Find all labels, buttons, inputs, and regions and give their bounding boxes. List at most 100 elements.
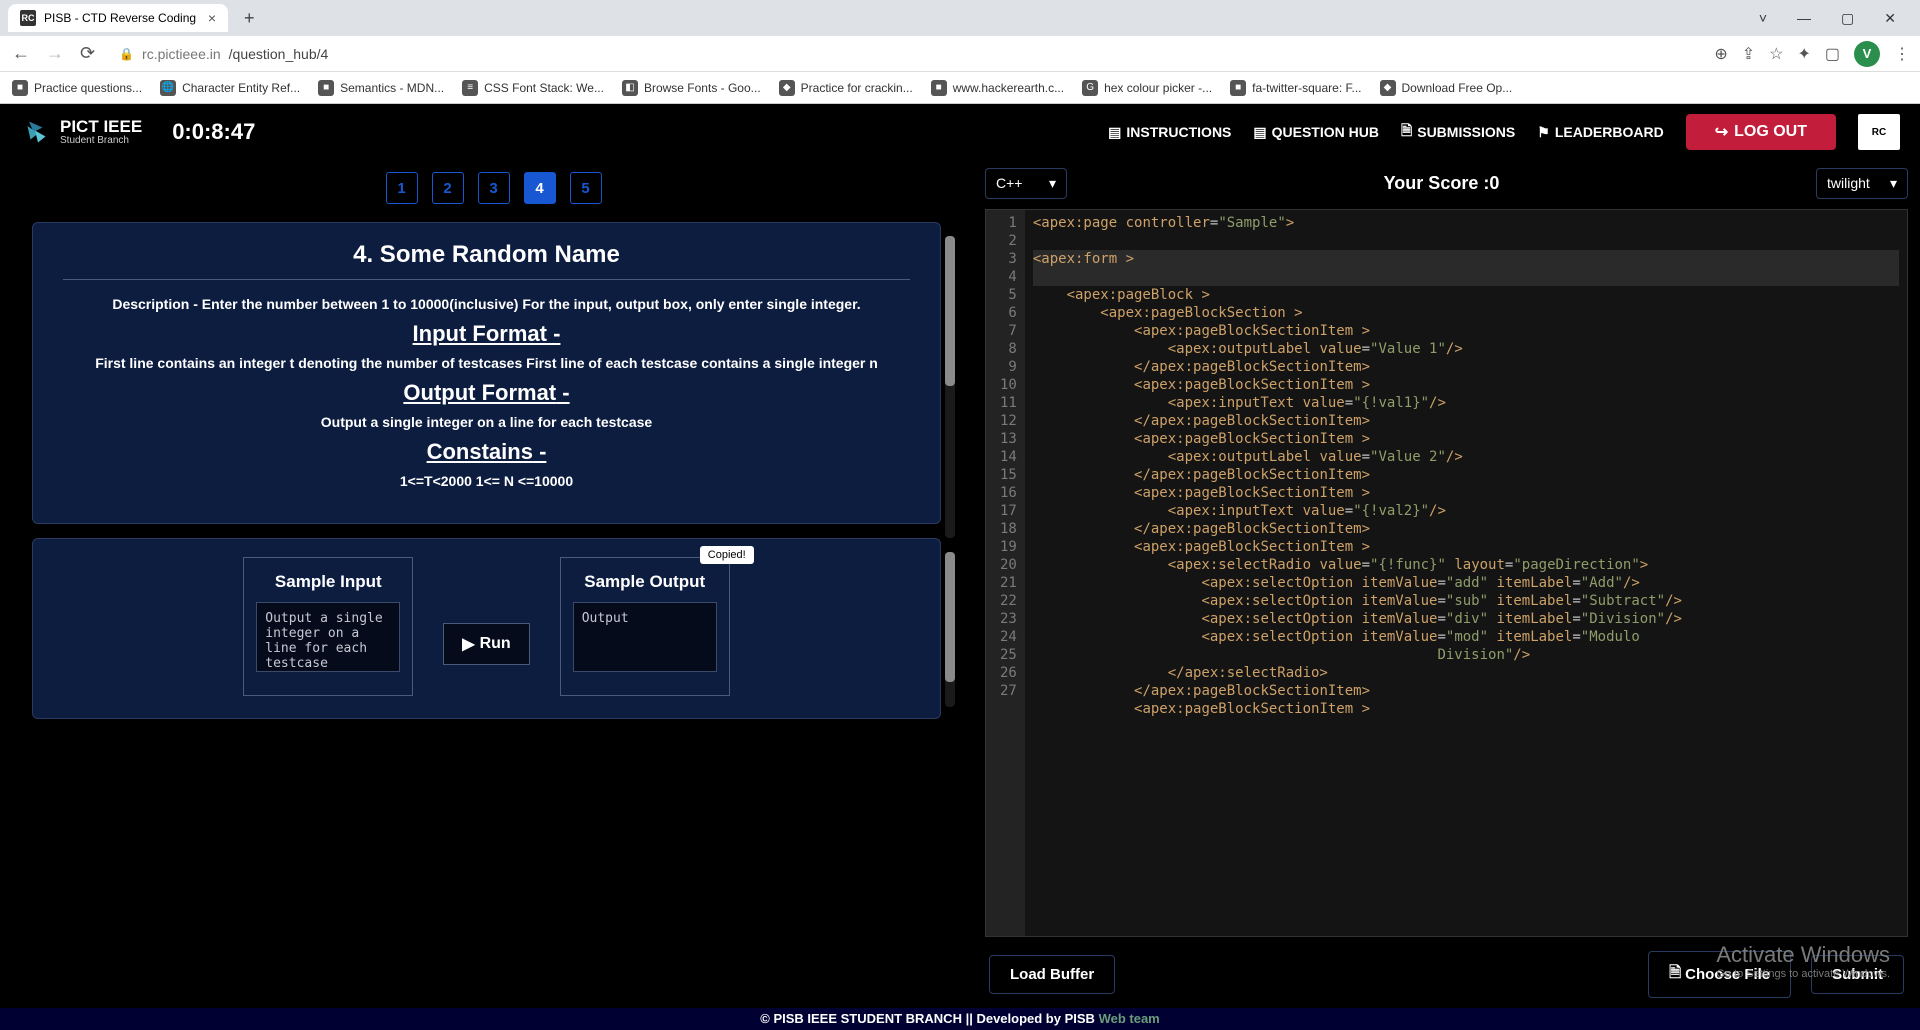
code-content[interactable]: <apex:page controller="Sample"> <apex:fo… xyxy=(1025,210,1907,936)
sample-scrollbar[interactable] xyxy=(945,552,955,707)
nav-submissions[interactable]: 🗎SUBMISSIONS xyxy=(1401,120,1515,144)
sample-input-label: Sample Input xyxy=(256,572,400,592)
choose-file-label: Choose File xyxy=(1685,966,1770,983)
output-format-text: Output a single integer on a line for ea… xyxy=(63,412,910,433)
bookmark-item[interactable]: ■www.hackerearth.c... xyxy=(931,80,1064,96)
bookmark-item[interactable]: ■fa-twitter-square: F... xyxy=(1230,80,1361,96)
extensions-icon[interactable]: ✦ xyxy=(1797,44,1810,64)
bookmark-item[interactable]: 🌐Character Entity Ref... xyxy=(160,80,300,96)
chevron-down-icon[interactable]: ˅ xyxy=(1753,6,1773,31)
rc-badge-icon: RC xyxy=(1858,114,1900,150)
logout-button[interactable]: ↪ LOG OUT xyxy=(1686,114,1836,150)
input-format-heading: Input Format - xyxy=(63,321,910,347)
divider xyxy=(63,279,910,280)
bookmark-icon: 🌐 xyxy=(160,80,176,96)
question-title: 4. Some Random Name xyxy=(63,241,910,269)
bookmark-item[interactable]: ■Semantics - MDN... xyxy=(318,80,444,96)
logout-icon: ↪ xyxy=(1715,122,1728,142)
app: PICT IEEE Student Branch 0:0:8:47 ▤ INSTR… xyxy=(0,104,1920,1008)
sample-output-col: Copied! Sample Output xyxy=(560,557,730,696)
load-buffer-button[interactable]: Load Buffer xyxy=(989,955,1115,994)
score-label: Your Score :0 xyxy=(1384,173,1500,194)
editor-header: C++▾ Your Score :0 twilight ▾ xyxy=(985,160,1908,209)
question-description: Description - Enter the number between 1… xyxy=(63,294,910,315)
nav-question-hub[interactable]: ▤ QUESTION HUB xyxy=(1253,124,1379,141)
url-bar[interactable]: 🔒 rc.pictieee.in/question_hub/4 xyxy=(109,42,1702,66)
file-icon: 🗎 xyxy=(1401,120,1412,144)
question-nav-5[interactable]: 5 xyxy=(570,172,602,204)
question-nav-4[interactable]: 4 xyxy=(524,172,556,204)
sidepanel-icon[interactable]: ▢ xyxy=(1825,44,1840,64)
nav-links: ▤ INSTRUCTIONS ▤ QUESTION HUB 🗎SUBMISSIONS… xyxy=(1108,114,1900,150)
bookmark-item[interactable]: ■Practice questions... xyxy=(12,80,142,96)
menu-icon[interactable]: ⋮ xyxy=(1894,44,1910,64)
constraints-text: 1<=T<2000 1<= N <=10000 xyxy=(63,471,910,492)
bookmark-label: Browse Fonts - Goo... xyxy=(644,81,761,95)
logo-text: PICT IEEE xyxy=(60,118,142,135)
bookmark-label: Semantics - MDN... xyxy=(340,81,444,95)
nav-instructions-label: INSTRUCTIONS xyxy=(1126,124,1231,140)
submit-button[interactable]: Submit xyxy=(1811,955,1904,994)
question-scrollbar[interactable] xyxy=(945,236,955,538)
nav-question-hub-label: QUESTION HUB xyxy=(1272,124,1379,140)
question-nav-2[interactable]: 2 xyxy=(432,172,464,204)
code-editor[interactable]: 1234567891011121314151617181920212223242… xyxy=(985,209,1908,937)
sample-output-field[interactable] xyxy=(573,602,717,672)
theme-select[interactable]: twilight ▾ xyxy=(1816,168,1908,199)
timer: 0:0:8:47 xyxy=(172,119,255,145)
tab-close-icon[interactable]: × xyxy=(208,10,216,26)
minimize-icon[interactable]: — xyxy=(1791,6,1817,31)
sample-output-label: Sample Output xyxy=(573,572,717,592)
back-icon[interactable]: ← xyxy=(10,43,32,64)
forward-icon[interactable]: → xyxy=(44,43,66,64)
language-select[interactable]: C++▾ xyxy=(985,168,1067,199)
chevron-down-icon: ▾ xyxy=(1890,175,1897,192)
constraints-heading: Constains - xyxy=(63,439,910,465)
bookmark-icon: ◧ xyxy=(622,80,638,96)
question-nav-1[interactable]: 1 xyxy=(386,172,418,204)
right-panel: C++▾ Your Score :0 twilight ▾ 12345678910… xyxy=(985,160,1908,1008)
maximize-icon[interactable]: ▢ xyxy=(1835,6,1860,31)
nav-leaderboard-label: LEADERBOARD xyxy=(1555,124,1664,140)
list-icon: ▤ xyxy=(1108,124,1121,141)
bookmark-item[interactable]: ◧ Browse Fonts - Goo... xyxy=(622,80,761,96)
run-button[interactable]: ▶ Run xyxy=(443,623,529,665)
footer-link[interactable]: Web team xyxy=(1099,1011,1160,1026)
app-body: 12345 4. Some Random Name Description - … xyxy=(0,160,1920,1008)
question-nav: 12345 xyxy=(32,172,955,204)
logo: PICT IEEE Student Branch xyxy=(20,117,142,147)
bookmark-icon: G xyxy=(1082,80,1098,96)
tab-favicon: RC xyxy=(20,10,36,26)
left-panel: 12345 4. Some Random Name Description - … xyxy=(12,160,975,1008)
play-icon: ▶ xyxy=(462,634,474,654)
browser-tab[interactable]: RC PISB - CTD Reverse Coding × xyxy=(8,4,228,32)
bookmark-item[interactable]: Ghex colour picker -... xyxy=(1082,80,1212,96)
bookmarks-bar: ■Practice questions... 🌐Character Entity … xyxy=(0,72,1920,104)
avatar[interactable]: V xyxy=(1854,41,1880,67)
footer-text: © PISB IEEE STUDENT BRANCH || Developed … xyxy=(760,1011,1098,1026)
star-icon[interactable]: ☆ xyxy=(1769,44,1783,64)
sample-input-field[interactable] xyxy=(256,602,400,672)
bookmark-item[interactable]: ≡CSS Font Stack: We... xyxy=(462,80,604,96)
bookmark-item[interactable]: ◆Download Free Op... xyxy=(1380,80,1513,96)
new-tab-button[interactable]: + xyxy=(236,8,263,29)
theme-label: twilight xyxy=(1827,175,1870,192)
copied-badge: Copied! xyxy=(700,546,754,564)
close-icon[interactable]: ✕ xyxy=(1878,6,1902,31)
question-box[interactable]: 4. Some Random Name Description - Enter … xyxy=(32,222,941,524)
choose-file-button[interactable]: 🗎Choose File xyxy=(1648,951,1791,998)
question-nav-3[interactable]: 3 xyxy=(478,172,510,204)
language-label: C++ xyxy=(996,175,1022,192)
logout-label: LOG OUT xyxy=(1734,123,1807,141)
bookmark-item[interactable]: ◆Practice for crackin... xyxy=(779,80,913,96)
reload-icon[interactable]: ⟳ xyxy=(78,43,97,64)
logo-icon xyxy=(20,117,50,147)
share-icon[interactable]: ⇪ xyxy=(1742,44,1755,64)
url-actions: ⊕ ⇪ ☆ ✦ ▢ V ⋮ xyxy=(1714,41,1910,67)
zoom-icon[interactable]: ⊕ xyxy=(1714,44,1727,64)
bookmark-icon: ≡ xyxy=(462,80,478,96)
list-icon: ▤ xyxy=(1253,124,1266,141)
run-label: Run xyxy=(480,635,511,653)
nav-instructions[interactable]: ▤ INSTRUCTIONS xyxy=(1108,124,1231,141)
nav-leaderboard[interactable]: ⚑LEADERBOARD xyxy=(1537,124,1663,141)
